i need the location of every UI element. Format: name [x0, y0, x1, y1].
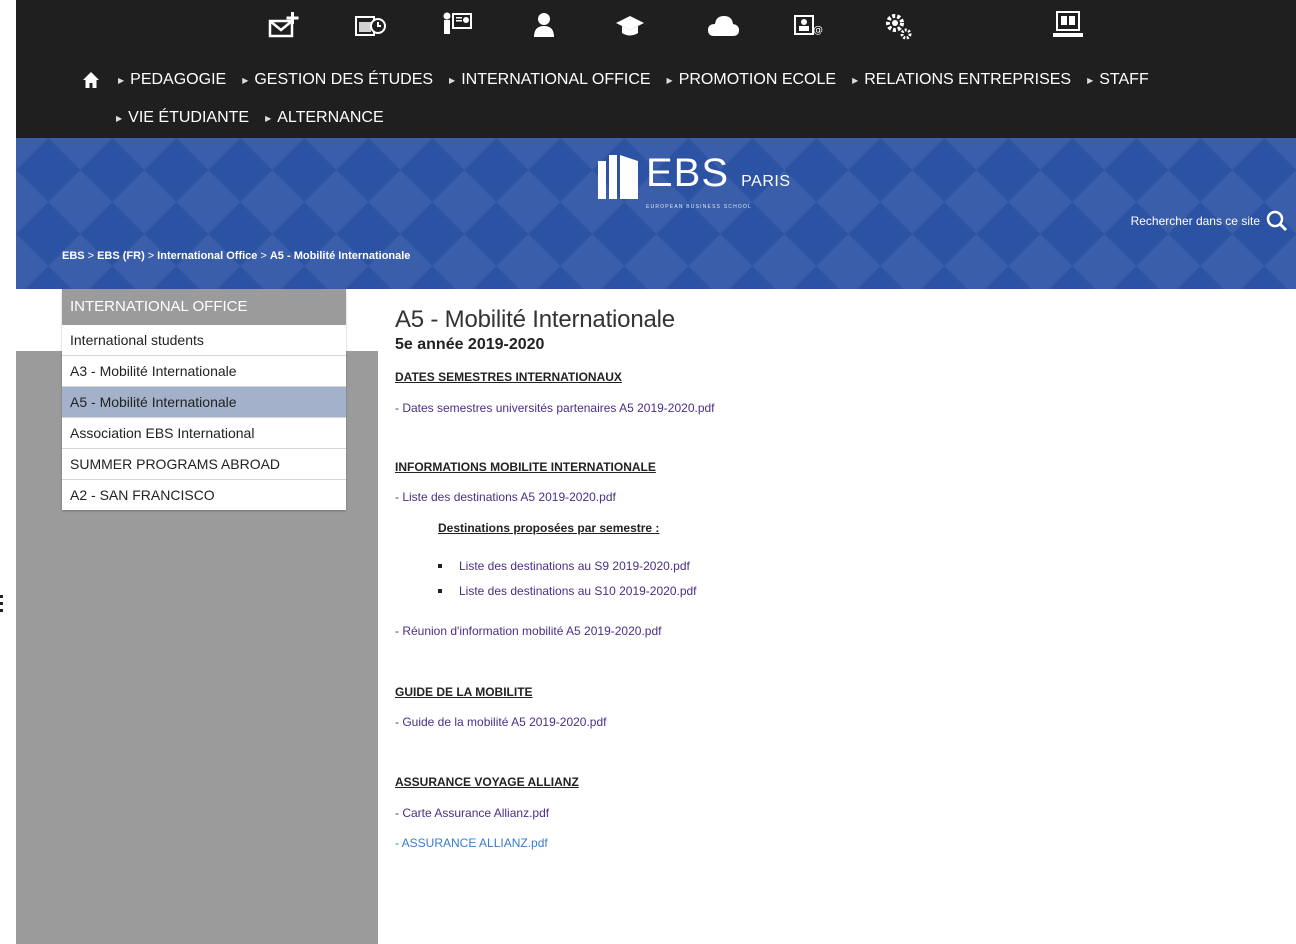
subheading-destinations-semestre: Destinations proposées par semestre : [438, 521, 660, 535]
nav-staff[interactable]: ▶ STAFF [1087, 71, 1149, 89]
main-nav: ▶ PEDAGOGIE ▶ GESTION DES ÉTUDES ▶ INTERNAT… [16, 53, 1296, 138]
link-guide-mobilite[interactable]: - Guide de la mobilité A5 2019-2020.pdf [395, 715, 606, 729]
link-destinations-s10[interactable]: Liste des destinations au S10 2019-2020.… [438, 584, 697, 598]
sidebar-item-a2-san-francisco[interactable]: A2 - SAN FRANCISCO [62, 480, 346, 510]
nav-row-2: ▶ VIE ÉTUDIANTE ▶ ALTERNANCE [116, 103, 400, 133]
chevron-right-icon: ▶ [242, 75, 249, 85]
sidebar-item-a5-mobilite[interactable]: A5 - Mobilité Internationale [62, 387, 346, 418]
logo-text-paris: PARIS [741, 173, 791, 190]
header-banner: EBS PARIS EUROPEAN BUSINESS SCHOOL Reche… [16, 138, 1296, 289]
breadcrumb-current: A5 - Mobilité Internationale [269, 250, 411, 262]
site-search[interactable]: Rechercher dans ce site [1131, 210, 1288, 232]
section-title-guide: GUIDE DE LA MOBILITE [395, 685, 533, 699]
sidebar: INTERNATIONAL OFFICE International stude… [62, 289, 346, 510]
home-icon[interactable] [82, 71, 100, 89]
nav-international-office[interactable]: ▶ INTERNATIONAL OFFICE [449, 71, 651, 89]
link-dates-semestres[interactable]: - Dates semestres universités partenaire… [395, 401, 715, 415]
nav-pedagogie[interactable]: ▶ PEDAGOGIE [118, 71, 226, 89]
calendar-clock-icon[interactable] [349, 6, 391, 46]
nav-row-1: ▶ PEDAGOGIE ▶ GESTION DES ÉTUDES ▶ INTERNAT… [82, 65, 1165, 95]
link-assurance-allianz[interactable]: - ASSURANCE ALLIANZ.pdf [395, 836, 548, 850]
settings-gears-icon[interactable] [878, 6, 920, 46]
sidebar-item-association-ebs[interactable]: Association EBS International [62, 418, 346, 449]
svg-text:@: @ [813, 25, 823, 36]
page-subtitle: 5e année 2019-2020 [395, 336, 545, 353]
main-content: A5 - Mobilité Internationale 5e année 20… [395, 289, 1275, 850]
graduation-cap-icon[interactable] [609, 6, 651, 46]
top-icon-bar: @ [16, 0, 1296, 53]
section-title-assurance: ASSURANCE VOYAGE ALLIANZ [395, 775, 579, 789]
section-title-informations: INFORMATIONS MOBILITE INTERNATIONALE [395, 460, 656, 474]
breadcrumb-ebs[interactable]: EBS [62, 250, 85, 262]
nav-promotion-ecole[interactable]: ▶ PROMOTION ECOLE [667, 71, 837, 89]
chevron-right-icon: ▶ [666, 75, 673, 85]
breadcrumb-ebs-fr[interactable]: EBS (FR) [97, 250, 145, 262]
chevron-right-icon: ▶ [118, 75, 125, 85]
nav-vie-etudiante[interactable]: ▶ VIE ÉTUDIANTE [116, 109, 249, 127]
chevron-right-icon: ▶ [852, 75, 859, 85]
person-icon[interactable] [523, 6, 565, 46]
chevron-right-icon: ▶ [449, 75, 456, 85]
cloud-icon[interactable] [702, 6, 744, 46]
search-icon[interactable] [1266, 210, 1288, 232]
search-label: Rechercher dans ce site [1130, 214, 1260, 228]
presentation-icon[interactable] [436, 6, 478, 46]
ebs-logo-icon [598, 155, 638, 199]
link-reunion-information[interactable]: - Réunion d'information mobilité A5 2019… [395, 624, 661, 638]
nav-relations-entreprises[interactable]: ▶ RELATIONS ENTREPRISES [852, 71, 1071, 89]
chevron-right-icon: ▶ [265, 113, 272, 123]
page-title: A5 - Mobilité Internationale [395, 306, 675, 333]
bullet-icon [438, 564, 442, 568]
logo-tagline: EUROPEAN BUSINESS SCHOOL [646, 204, 753, 210]
section-title-dates: DATES SEMESTRES INTERNATIONAUX [395, 370, 622, 384]
laptop-book-icon[interactable] [1047, 6, 1089, 46]
mail-icon[interactable] [263, 6, 305, 46]
breadcrumb: EBS > EBS (FR) > International Office > A5 - M… [62, 250, 411, 262]
link-carte-assurance[interactable]: - Carte Assurance Allianz.pdf [395, 806, 549, 820]
sidebar-item-a3-mobilite[interactable]: A3 - Mobilité Internationale [62, 356, 346, 387]
nav-alternance[interactable]: ▶ ALTERNANCE [265, 109, 384, 127]
left-edge-mark [0, 595, 3, 612]
breadcrumb-international-office[interactable]: International Office [157, 250, 257, 262]
link-destinations-s9[interactable]: Liste des destinations au S9 2019-2020.p… [438, 559, 690, 573]
bullet-icon [438, 589, 442, 593]
contact-card-icon[interactable]: @ [787, 6, 829, 46]
sidebar-item-summer-programs[interactable]: SUMMER PROGRAMS ABROAD [62, 449, 346, 480]
link-liste-destinations[interactable]: - Liste des destinations A5 2019-2020.pd… [395, 490, 616, 504]
ebs-logo[interactable]: EBS PARIS EUROPEAN BUSINESS SCHOOL [596, 151, 791, 210]
chevron-right-icon: ▶ [1087, 75, 1094, 85]
sidebar-item-international-students[interactable]: International students [62, 325, 346, 356]
sidebar-header[interactable]: INTERNATIONAL OFFICE [62, 289, 346, 325]
logo-text-ebs: EBS [646, 151, 730, 195]
chevron-right-icon: ▶ [116, 113, 123, 123]
nav-gestion-etudes[interactable]: ▶ GESTION DES ÉTUDES [242, 71, 433, 89]
